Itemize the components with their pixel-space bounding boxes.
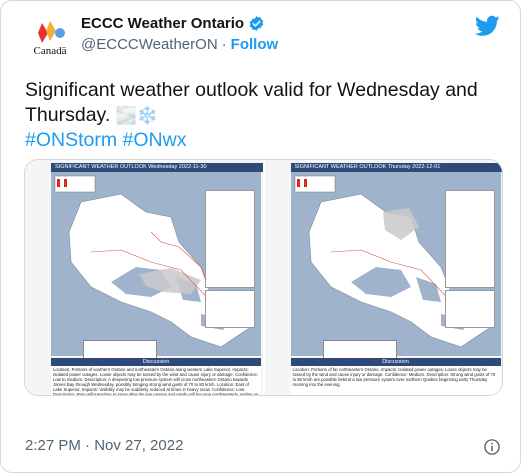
hashtag-onwx[interactable]: #ONwx [123, 129, 187, 151]
verified-badge-icon [249, 16, 264, 31]
tweet-text: Significant weather outlook valid for We… [25, 78, 505, 153]
fog-snow-emoji: 🌫️❄️ [115, 106, 159, 125]
hashtag-row: #ONStorm #ONwx [25, 128, 505, 153]
discussion-header: Discussion [51, 358, 261, 366]
outlook-title: SIGNIFICANT WEATHER OUTLOOK Thursday 202… [290, 163, 502, 172]
tweet-card: Canadä ECCC Weather Ontario @ECCCWeather… [0, 0, 521, 473]
handle-row: @ECCCWeatherON · Follow [81, 36, 278, 53]
discussion-text: Location: Portions of southern Ontario a… [51, 366, 261, 395]
tweet-body: Significant weather outlook valid for We… [25, 79, 478, 126]
hazard-legend [444, 190, 495, 288]
ontario-map [290, 172, 501, 368]
handle[interactable]: @ECCCWeatherON [81, 36, 218, 53]
hashtag-onstorm[interactable]: #ONStorm [25, 129, 117, 151]
hazard-legend [205, 190, 255, 288]
discussion-text: Location: Portions of far northeastern O… [290, 366, 501, 395]
media-grid: SIGNIFICANT WEATHER OUTLOOK Wednesday 20… [24, 159, 503, 396]
condition-legend [205, 290, 255, 328]
author-name-row[interactable]: ECCC Weather Ontario [81, 15, 265, 32]
twitter-bird-icon[interactable] [475, 15, 500, 37]
ontario-map [51, 172, 261, 368]
discussion-header: Discussion [290, 358, 501, 366]
condition-legend [444, 290, 495, 328]
outlook-image-thursday[interactable]: SIGNIFICANT WEATHER OUTLOOK Thursday 202… [264, 160, 502, 395]
eccc-logo-icon [38, 21, 65, 43]
outlook-image-wednesday[interactable]: SIGNIFICANT WEATHER OUTLOOK Wednesday 20… [25, 160, 263, 395]
outlook-title: SIGNIFICANT WEATHER OUTLOOK Wednesday 20… [51, 163, 263, 172]
avatar[interactable]: Canadä [26, 13, 74, 61]
follow-button[interactable]: Follow [231, 36, 279, 53]
avatar-wordmark: Canadä [33, 45, 67, 57]
display-name[interactable]: ECCC Weather Ontario [81, 15, 244, 32]
info-icon[interactable] [483, 438, 501, 456]
separator: · [221, 36, 227, 53]
tweet-timestamp[interactable]: 2:27 PM · Nov 27, 2022 [25, 437, 183, 454]
